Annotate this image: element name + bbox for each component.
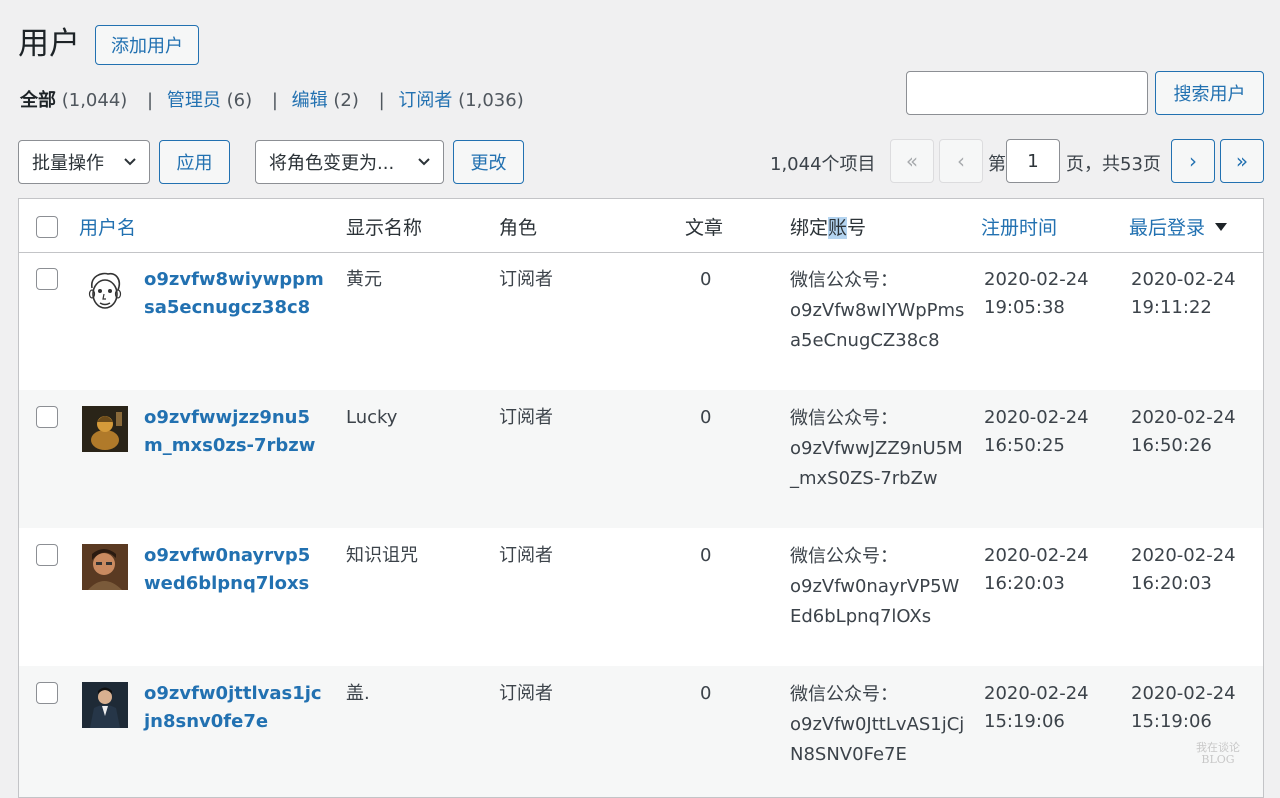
table-row: o9zvfw0nayrvp5wed6blpnq7loxs 知识诅咒 订阅者 0 … bbox=[19, 528, 1263, 666]
role: 订阅者 bbox=[499, 683, 553, 704]
items-count: 1,044个项目 bbox=[770, 154, 876, 175]
bound-account: 微信公众号： o9zVfwwJZZ9nU5M_mxS0ZS-7rbZw bbox=[790, 408, 963, 489]
filter-editor[interactable]: 编辑 bbox=[292, 90, 328, 111]
row-checkbox[interactable] bbox=[36, 544, 58, 566]
post-count[interactable]: 0 bbox=[700, 542, 711, 570]
column-bound-account: 绑定账号 bbox=[790, 217, 867, 239]
page-label-after: 页，共53页 bbox=[1066, 154, 1161, 175]
role: 订阅者 bbox=[499, 545, 553, 566]
column-username[interactable]: 用户名 bbox=[79, 213, 136, 240]
first-page-button: « bbox=[890, 139, 934, 183]
last-login-time: 2020-02-24 16:50:26 bbox=[1131, 407, 1236, 456]
post-count[interactable]: 0 bbox=[700, 404, 711, 432]
page-title: 用户 bbox=[18, 26, 80, 62]
post-count[interactable]: 0 bbox=[700, 680, 711, 708]
row-checkbox[interactable] bbox=[36, 268, 58, 290]
change-role-label: 将角色变更为... bbox=[269, 153, 395, 174]
column-display-name: 显示名称 bbox=[346, 217, 423, 239]
select-all-checkbox[interactable] bbox=[36, 216, 58, 238]
filter-administrator-count: (6) bbox=[226, 90, 253, 111]
blog-watermark: 我在谈论 BLOG bbox=[1196, 741, 1240, 766]
change-role-button[interactable]: 更改 bbox=[453, 140, 524, 184]
column-posts: 文章 bbox=[685, 217, 724, 239]
display-name: 黄元 bbox=[346, 269, 382, 290]
username-link[interactable]: o9zvfw0nayrvp5wed6blpnq7loxs bbox=[144, 542, 324, 598]
post-count[interactable]: 0 bbox=[700, 266, 711, 294]
table-row: o9zvfwwjzz9nu5m_mxs0zs-7rbzw Lucky 订阅者 0… bbox=[19, 390, 1263, 528]
bulk-actions-label: 批量操作 bbox=[32, 153, 104, 174]
table-header: 用户名 显示名称 角色 文章 绑定账号 注册时间 最后登录 bbox=[19, 199, 1263, 253]
users-table: 用户名 显示名称 角色 文章 绑定账号 注册时间 最后登录 o9zvfw8wiy… bbox=[18, 198, 1264, 798]
registered-time: 2020-02-24 19:05:38 bbox=[984, 269, 1089, 318]
row-checkbox[interactable] bbox=[36, 682, 58, 704]
display-name: 知识诅咒 bbox=[346, 545, 418, 566]
buddha-photo-avatar bbox=[82, 406, 128, 452]
table-row: o9zvfw0jttlvas1jcjn8snv0fe7e 盖. 订阅者 0 微信… bbox=[19, 666, 1263, 797]
bulk-actions-select[interactable]: 批量操作 bbox=[18, 140, 150, 184]
cartoon-face-avatar bbox=[82, 268, 128, 314]
last-login-time: 2020-02-24 19:11:22 bbox=[1131, 269, 1236, 318]
add-user-button[interactable]: 添加用户 bbox=[95, 25, 199, 65]
user-search-input[interactable] bbox=[906, 71, 1148, 115]
username-link[interactable]: o9zvfw0jttlvas1jcjn8snv0fe7e bbox=[144, 680, 324, 736]
filter-administrator[interactable]: 管理员 bbox=[167, 90, 221, 111]
registered-time: 2020-02-24 16:20:03 bbox=[984, 545, 1089, 594]
username-link[interactable]: o9zvfw8wiywppmsa5ecnugcz38c8 bbox=[144, 266, 324, 322]
column-registered[interactable]: 注册时间 bbox=[981, 213, 1057, 240]
chevron-down-icon bbox=[418, 158, 430, 166]
last-login-time: 2020-02-24 16:20:03 bbox=[1131, 545, 1236, 594]
last-page-button[interactable]: » bbox=[1220, 139, 1264, 183]
filter-editor-count: (2) bbox=[333, 90, 359, 111]
role-filter-links: 全部 (1,044) | 管理员 (6) | 编辑 (2) | 订阅者 (1,0… bbox=[20, 90, 524, 111]
table-row: o9zvfw8wiywppmsa5ecnugcz38c8 黄元 订阅者 0 微信… bbox=[19, 252, 1263, 390]
role: 订阅者 bbox=[499, 407, 553, 428]
display-name: Lucky bbox=[346, 407, 398, 428]
column-last-login[interactable]: 最后登录 bbox=[1129, 213, 1228, 240]
filter-all[interactable]: 全部 bbox=[20, 90, 56, 111]
man-photo-avatar bbox=[82, 544, 128, 590]
suit-man-photo-avatar bbox=[82, 682, 128, 728]
chevron-down-icon bbox=[124, 158, 136, 166]
prev-page-button: ‹ bbox=[939, 139, 983, 183]
next-page-button[interactable]: › bbox=[1171, 139, 1215, 183]
display-name: 盖. bbox=[346, 683, 370, 704]
registered-time: 2020-02-24 16:50:25 bbox=[984, 407, 1089, 456]
filter-all-count: (1,044) bbox=[61, 90, 128, 111]
change-role-select[interactable]: 将角色变更为... bbox=[255, 140, 444, 184]
page-label-before: 第 bbox=[988, 154, 1006, 175]
current-page-input[interactable]: 1 bbox=[1006, 139, 1060, 183]
registered-time: 2020-02-24 15:19:06 bbox=[984, 683, 1089, 732]
role: 订阅者 bbox=[499, 269, 553, 290]
bound-account: 微信公众号： o9zVfw8wIYWpPmsa5eCnugCZ38c8 bbox=[790, 270, 965, 351]
search-users-button[interactable]: 搜索用户 bbox=[1155, 71, 1264, 115]
sort-desc-icon bbox=[1215, 223, 1228, 231]
apply-button[interactable]: 应用 bbox=[159, 140, 230, 184]
row-checkbox[interactable] bbox=[36, 406, 58, 428]
filter-subscriber[interactable]: 订阅者 bbox=[398, 90, 452, 111]
column-role: 角色 bbox=[499, 217, 538, 239]
filter-subscriber-count: (1,036) bbox=[458, 90, 524, 111]
bound-account: 微信公众号： o9zVfw0JttLvAS1jCjN8SNV0Fe7E bbox=[790, 684, 965, 765]
username-link[interactable]: o9zvfwwjzz9nu5m_mxs0zs-7rbzw bbox=[144, 404, 324, 460]
last-login-time: 2020-02-24 15:19:06 bbox=[1131, 683, 1236, 732]
bound-account: 微信公众号： o9zVfw0nayrVP5WEd6bLpnq7lOXs bbox=[790, 546, 960, 627]
